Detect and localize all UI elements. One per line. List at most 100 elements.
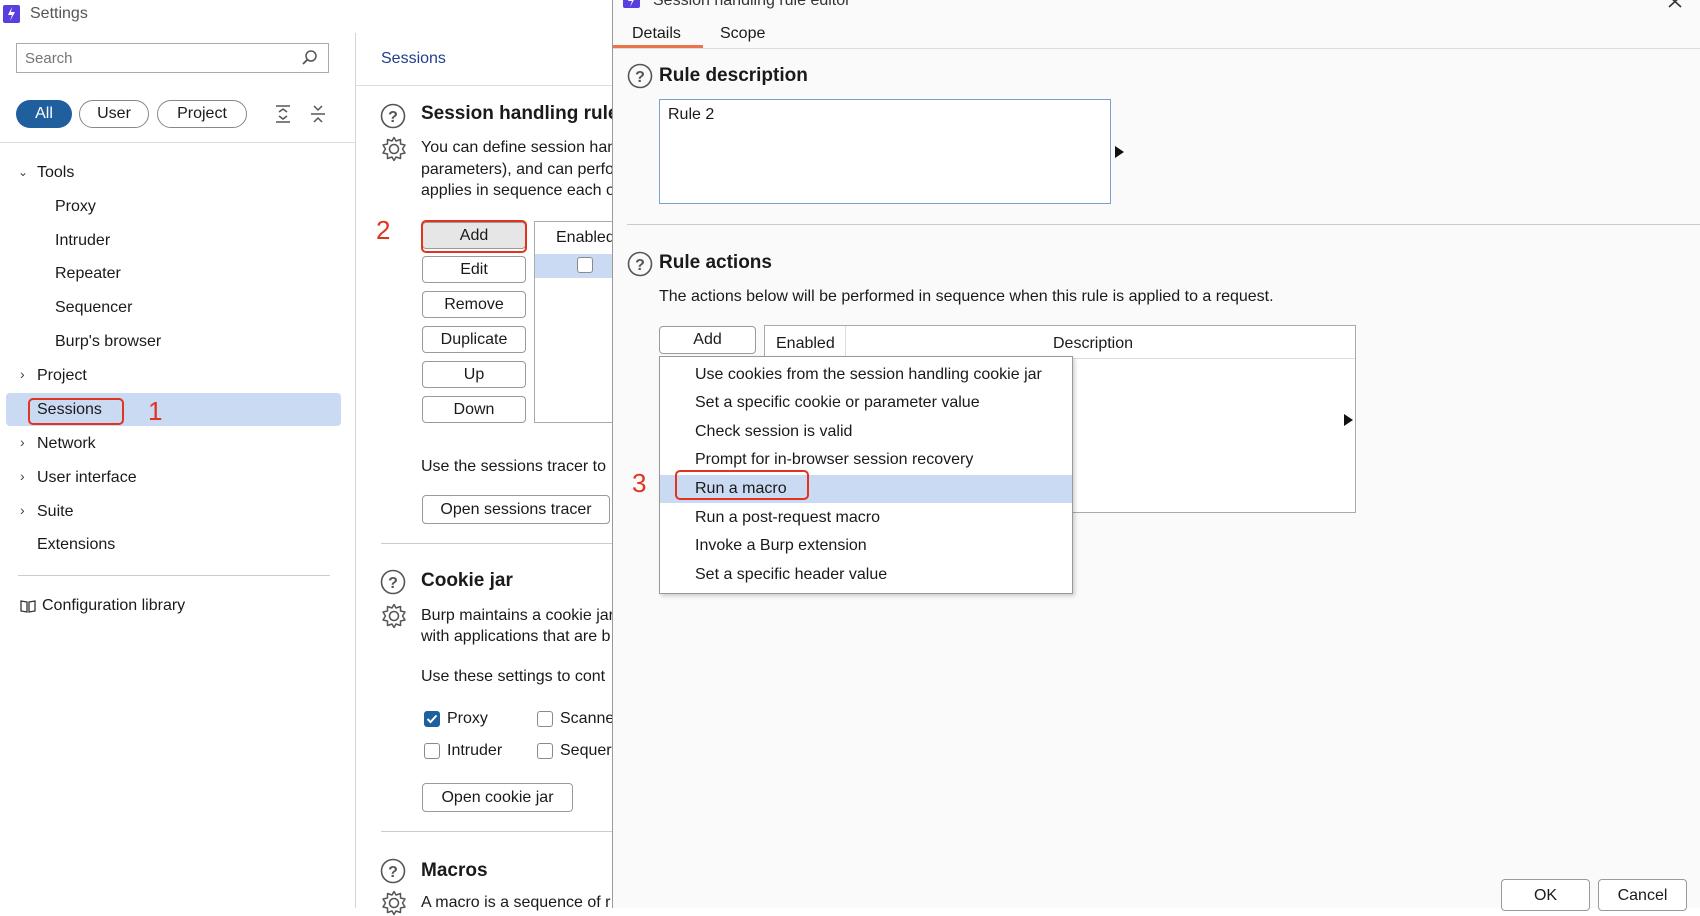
- menu-item-run-post-request-macro[interactable]: Run a post-request macro: [660, 504, 1072, 532]
- tree-item-burps-browser[interactable]: Burp's browser: [55, 333, 161, 351]
- annotation-label-3: 3: [632, 468, 647, 498]
- annotation-box-run-macro: [675, 470, 809, 500]
- tree-item-intruder[interactable]: Intruder: [55, 232, 110, 250]
- sidebar-divider: [0, 142, 355, 143]
- scanner-checkbox-label[interactable]: Scanne: [560, 710, 614, 728]
- expand-all-icon[interactable]: [274, 104, 292, 124]
- svg-text:?: ?: [635, 69, 645, 86]
- menu-item-use-cookies[interactable]: Use cookies from the session handling co…: [660, 361, 1072, 389]
- dialog-title: Session handling rule editor: [653, 0, 851, 9]
- actions-col-description[interactable]: Description: [1053, 335, 1133, 353]
- proxy-checkbox[interactable]: [424, 711, 440, 727]
- session-rules-desc-3: applies in sequence each o: [421, 182, 615, 199]
- help-icon[interactable]: ?: [627, 63, 653, 89]
- tab-scope[interactable]: Scope: [720, 25, 765, 43]
- tree-item-sequencer[interactable]: Sequencer: [55, 299, 132, 317]
- proxy-checkbox-label[interactable]: Proxy: [447, 710, 488, 728]
- rule-actions-title: Rule actions: [659, 252, 772, 273]
- session-rules-desc-2: parameters), and can perfo: [421, 161, 614, 178]
- help-icon[interactable]: ?: [380, 569, 406, 595]
- session-rules-desc-1: You can define session han: [421, 139, 617, 156]
- up-rule-button[interactable]: Up: [422, 361, 526, 388]
- menu-item-set-header[interactable]: Set a specific header value: [660, 561, 1072, 589]
- section-title-cookie-jar: Cookie jar: [421, 570, 513, 591]
- help-icon[interactable]: ?: [380, 858, 406, 884]
- close-icon[interactable]: [1667, 0, 1683, 8]
- sidebar-separator: [355, 33, 356, 908]
- breadcrumb[interactable]: Sessions: [381, 50, 446, 68]
- window-title: Settings: [30, 5, 88, 22]
- cancel-button[interactable]: Cancel: [1598, 879, 1687, 911]
- expand-arrow-icon[interactable]: [1343, 413, 1355, 427]
- rules-table[interactable]: Enabled: [534, 221, 619, 423]
- filter-project[interactable]: Project: [157, 100, 247, 128]
- help-icon[interactable]: ?: [627, 251, 653, 277]
- search-box[interactable]: [16, 43, 329, 73]
- annotation-box-add: [421, 220, 527, 253]
- sequencer-checkbox-label[interactable]: Sequer: [560, 742, 612, 760]
- rules-table-header-enabled[interactable]: Enabled: [556, 229, 615, 247]
- rule-enabled-checkbox[interactable]: [577, 257, 593, 273]
- tree-divider: [18, 575, 330, 576]
- open-cookie-jar-button[interactable]: Open cookie jar: [422, 783, 573, 812]
- menu-item-check-session[interactable]: Check session is valid: [660, 418, 1072, 446]
- cookie-jar-use-text: Use these settings to cont: [421, 668, 606, 685]
- gear-icon[interactable]: [381, 890, 407, 916]
- duplicate-rule-button[interactable]: Duplicate: [422, 326, 526, 353]
- rule-description-value: Rule 2: [668, 106, 715, 123]
- help-icon[interactable]: ?: [380, 103, 406, 129]
- session-rule-editor-dialog: Session handling rule editor Details Sco…: [612, 0, 1700, 911]
- tree-item-tools[interactable]: Tools: [37, 164, 74, 182]
- expand-arrow-icon[interactable]: [1114, 145, 1126, 159]
- open-sessions-tracer-button[interactable]: Open sessions tracer: [422, 495, 610, 524]
- search-input[interactable]: [23, 49, 287, 68]
- chevron-right-icon[interactable]: ›: [20, 434, 25, 450]
- chevron-right-icon[interactable]: ›: [20, 502, 25, 518]
- dialog-logo-icon: [623, 0, 640, 8]
- filter-user[interactable]: User: [79, 100, 149, 128]
- section-divider: [381, 831, 621, 832]
- book-icon: [20, 600, 36, 613]
- collapse-all-icon[interactable]: [309, 104, 327, 124]
- remove-rule-button[interactable]: Remove: [422, 291, 526, 318]
- breadcrumb-divider: [356, 85, 616, 86]
- section-divider: [627, 224, 1700, 225]
- menu-item-set-cookie-param[interactable]: Set a specific cookie or parameter value: [660, 389, 1072, 417]
- tree-item-project[interactable]: Project: [37, 367, 87, 385]
- svg-text:?: ?: [388, 109, 398, 126]
- tree-item-repeater[interactable]: Repeater: [55, 265, 121, 283]
- chevron-down-icon[interactable]: ⌄: [18, 165, 28, 179]
- tree-item-network[interactable]: Network: [37, 435, 96, 453]
- edit-rule-button[interactable]: Edit: [422, 256, 526, 283]
- search-icon: [302, 50, 317, 65]
- actions-col-enabled[interactable]: Enabled: [776, 335, 835, 353]
- svg-text:?: ?: [635, 257, 645, 274]
- rule-description-textarea[interactable]: Rule 2: [659, 99, 1111, 204]
- filter-all[interactable]: All: [16, 100, 72, 128]
- actions-col-separator: [845, 326, 846, 358]
- rule-description-title: Rule description: [659, 65, 808, 86]
- tab-bar-divider: [613, 48, 1700, 49]
- configuration-library-link[interactable]: Configuration library: [42, 597, 185, 615]
- tree-item-user-interface[interactable]: User interface: [37, 469, 137, 487]
- macros-desc: A macro is a sequence of r: [421, 894, 611, 911]
- gear-icon[interactable]: [381, 136, 407, 162]
- menu-item-invoke-extension[interactable]: Invoke a Burp extension: [660, 532, 1072, 560]
- rule-actions-desc: The actions below will be performed in s…: [659, 288, 1274, 305]
- tab-details[interactable]: Details: [632, 25, 681, 43]
- intruder-checkbox[interactable]: [424, 743, 440, 759]
- sequencer-checkbox[interactable]: [537, 743, 553, 759]
- svg-text:?: ?: [388, 864, 398, 881]
- gear-icon[interactable]: [381, 603, 407, 629]
- ok-button[interactable]: OK: [1501, 879, 1590, 911]
- tree-item-extensions[interactable]: Extensions: [37, 536, 115, 554]
- tree-item-suite[interactable]: Suite: [37, 503, 73, 521]
- tree-item-proxy[interactable]: Proxy: [55, 198, 96, 216]
- add-action-button[interactable]: Add: [659, 326, 756, 354]
- intruder-checkbox-label[interactable]: Intruder: [447, 742, 502, 760]
- scanner-checkbox[interactable]: [537, 711, 553, 727]
- chevron-right-icon[interactable]: ›: [20, 468, 25, 484]
- tracer-text: Use the sessions tracer to: [421, 458, 606, 475]
- down-rule-button[interactable]: Down: [422, 396, 526, 423]
- chevron-right-icon[interactable]: ›: [20, 366, 25, 382]
